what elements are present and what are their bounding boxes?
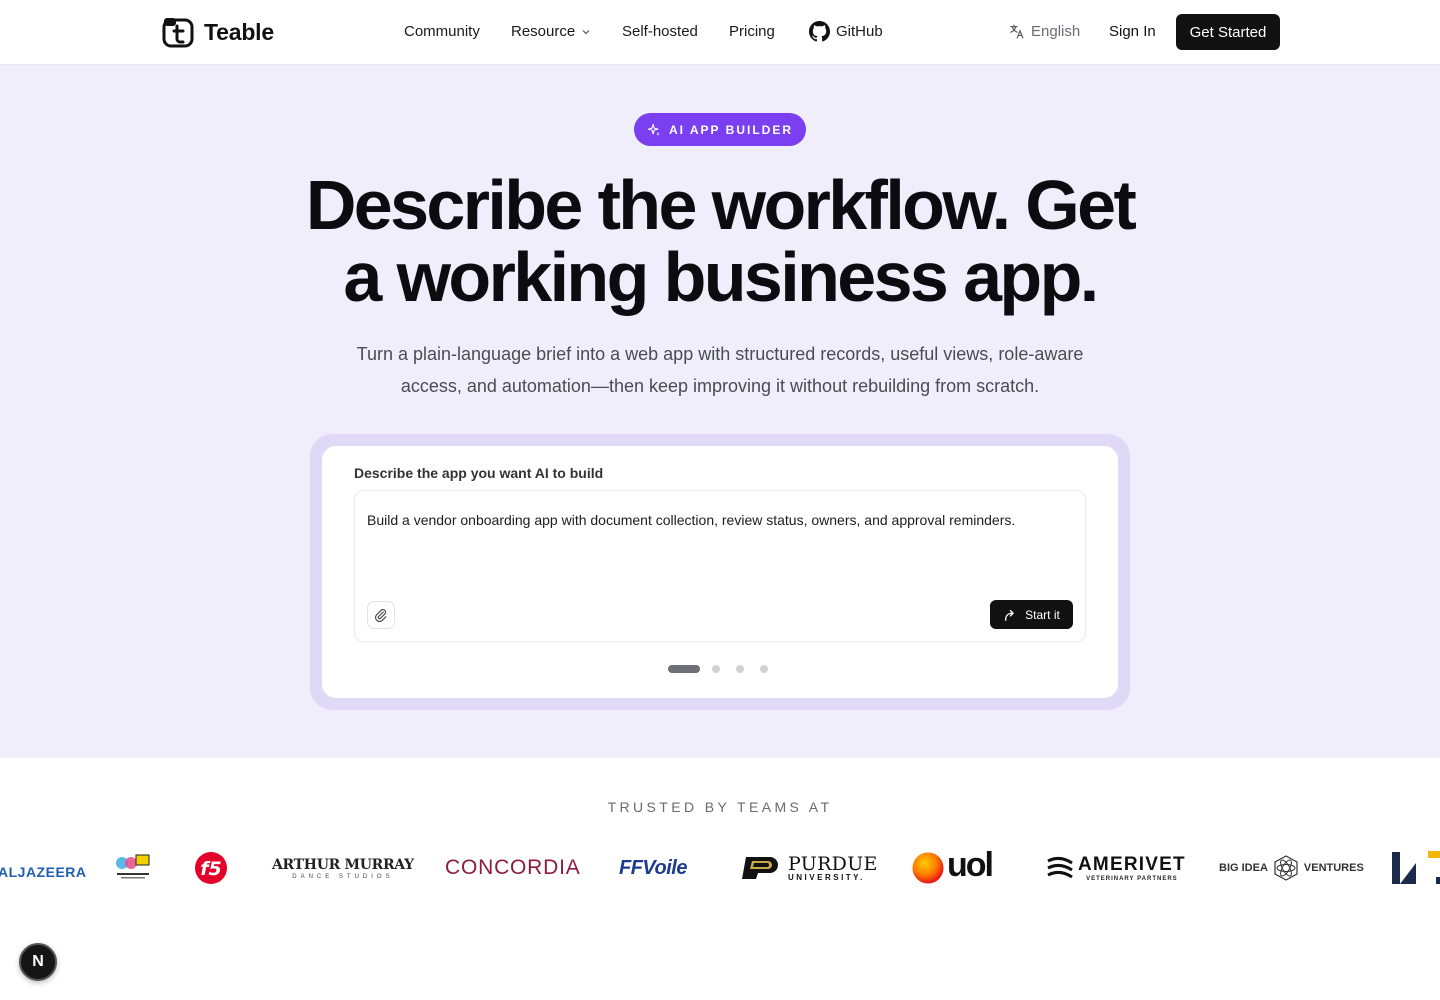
logo-big-idea-ventures: BIG IDEA VENTURES	[1219, 840, 1364, 896]
logo-arthur-murray-sub: DANCE STUDIOS	[292, 873, 394, 880]
translate-icon	[1010, 24, 1024, 39]
prompt-label: Describe the app you want AI to build	[354, 465, 604, 481]
logo-big-idea-text: BIG IDEA	[1219, 862, 1268, 874]
logo-amerivet: AMERIVET VETERINARY PARTNERS	[1046, 840, 1186, 896]
site-header: Teable Community Resource Self-hosted Pr…	[0, 0, 1440, 65]
logo-uol: uol	[912, 840, 994, 896]
start-it-button[interactable]: Start it	[990, 600, 1073, 629]
logo-purdue-text: PURDUE	[788, 852, 878, 875]
logo-ffvoile-text: FFVoile	[619, 856, 687, 879]
subline-line-1: Turn a plain-language brief into a web a…	[356, 344, 1084, 364]
logo-aljazeera: ALJAZEERA	[0, 840, 87, 896]
logo-uol-icon	[912, 852, 944, 884]
prompt-textarea[interactable]: Build a vendor onboarding app with docum…	[354, 490, 1086, 642]
headline-line-1: Describe the workflow. Get	[305, 166, 1137, 244]
logo-purdue-wordmark: PURDUE UNIVERSITY.	[788, 852, 878, 882]
hero-subline: Turn a plain-language brief into a web a…	[320, 338, 1120, 402]
logo-f5-text: f5	[200, 858, 222, 880]
logo-amerivet-text: AMERIVET	[1078, 853, 1186, 875]
language-switcher[interactable]: English	[1008, 23, 1080, 40]
nav-github-label: GitHub	[836, 23, 883, 40]
nav-resource[interactable]: Resource	[511, 23, 591, 40]
logo-concordia-text: CONCORDIA	[445, 856, 581, 879]
prompt-card: Describe the app you want AI to build Bu…	[322, 446, 1118, 698]
attach-button[interactable]	[367, 601, 395, 629]
logo-partial-right	[1392, 840, 1440, 896]
hero-headline: Describe the workflow. Get a working bus…	[220, 169, 1220, 313]
dev-tools-button[interactable]: N	[19, 943, 57, 981]
nav-community[interactable]: Community	[404, 23, 480, 40]
logo-aljazeera-text: ALJAZEERA	[0, 864, 87, 880]
nav-pricing[interactable]: Pricing	[729, 23, 775, 40]
logo-purdue-sub: UNIVERSITY.	[788, 872, 865, 882]
language-label: English	[1031, 23, 1081, 40]
get-started-button[interactable]: Get Started	[1176, 14, 1280, 50]
ai-app-builder-badge: AI APP BUILDER	[634, 113, 806, 146]
logo-amerivet-sub: VETERINARY PARTNERS	[1086, 875, 1178, 882]
carousel-dot-3[interactable]	[736, 665, 744, 673]
logo-big-idea-icon	[1274, 855, 1298, 881]
arrow-turn-up-icon	[1005, 609, 1014, 621]
logo-concordia: CONCORDIA	[445, 840, 581, 896]
logo-arthur-murray: ARTHUR MURRAY DANCE STUDIOS	[272, 840, 414, 896]
logo-ffvoile: FFVoile	[619, 840, 687, 896]
logo-amerivet-wordmark: AMERIVET VETERINARY PARTNERS	[1078, 855, 1186, 882]
brand-logo[interactable]: Teable	[162, 16, 274, 48]
logo-amerivet-icon	[1047, 856, 1073, 879]
logo-f5: f5	[194, 840, 228, 896]
chevron-down-icon	[582, 29, 590, 34]
prompt-card-frame: Describe the app you want AI to build Bu…	[310, 434, 1130, 710]
logo-partial-right-icon	[1392, 851, 1440, 884]
logo-purdue: PURDUE UNIVERSITY.	[740, 840, 878, 896]
customer-logos-marquee: ALJAZEERA f5 ARTHUR MURRAY DANCE STUDIOS…	[0, 840, 1440, 896]
logo-purdue-p-icon	[742, 857, 778, 879]
carousel-dot-1[interactable]	[668, 665, 700, 673]
trusted-title: TRUSTED BY TEAMS AT	[607, 799, 833, 815]
nav-github[interactable]: GitHub	[809, 21, 883, 42]
carousel-dot-2[interactable]	[712, 665, 720, 673]
logo-draw-museum	[115, 840, 151, 896]
logo-uol-text: uol	[947, 845, 994, 884]
start-it-label: Start it	[1025, 607, 1060, 622]
nav-resource-label: Resource	[511, 23, 576, 40]
teable-logo-icon	[162, 18, 194, 48]
headline-line-2: a working business app.	[343, 238, 1099, 316]
carousel-dot-4[interactable]	[760, 665, 768, 673]
logo-arthur-murray-text: ARTHUR MURRAY	[272, 856, 414, 873]
brand-name: Teable	[204, 18, 274, 45]
paperclip-icon	[374, 609, 387, 622]
logo-ventures-text: VENTURES	[1303, 862, 1364, 874]
hero-section: AI APP BUILDER Describe the workflow. Ge…	[0, 65, 1440, 758]
subline-line-2: access, and automation—then keep improvi…	[400, 376, 1040, 396]
logo-draw-museum-icon	[116, 854, 150, 879]
prompt-text: Build a vendor onboarding app with docum…	[367, 512, 1016, 528]
github-icon	[809, 21, 830, 42]
badge-label: AI APP BUILDER	[668, 122, 793, 137]
sign-in-link[interactable]: Sign In	[1109, 23, 1156, 40]
logo-f5-icon: f5	[195, 852, 227, 884]
sparkle-icon	[647, 123, 660, 136]
nav-self-hosted[interactable]: Self-hosted	[622, 23, 698, 40]
